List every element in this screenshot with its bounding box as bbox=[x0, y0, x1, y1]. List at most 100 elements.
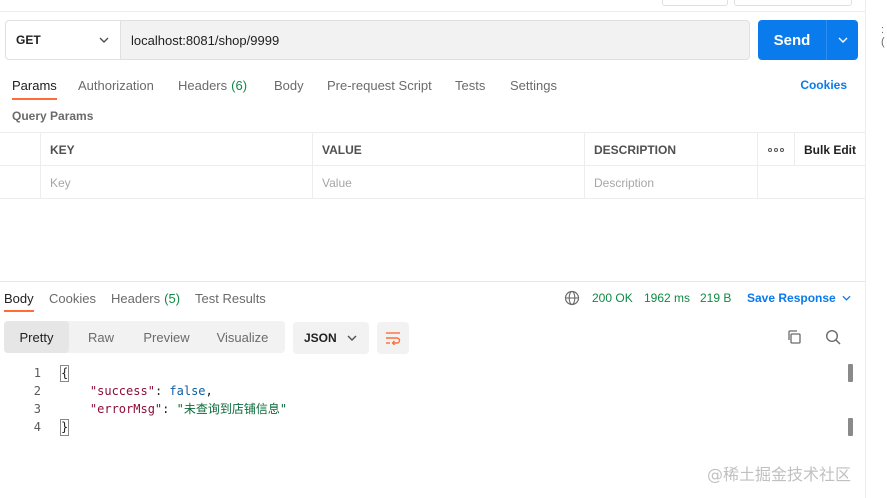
view-mode-raw[interactable]: Raw bbox=[69, 321, 133, 353]
bulk-edit-button[interactable]: Bulk Edit bbox=[795, 133, 865, 166]
response-tab-cookies[interactable]: Cookies bbox=[49, 284, 96, 312]
json-value: "未查询到店铺信息" bbox=[176, 402, 288, 416]
tab-label: Headers bbox=[178, 77, 228, 93]
top-strip bbox=[0, 0, 865, 12]
code-line: 2 "success": false, bbox=[0, 382, 845, 400]
request-tabs: Params Authorization Headers (6) Body Pre… bbox=[0, 70, 865, 100]
column-header-value: VALUE bbox=[313, 133, 585, 166]
more-options-button[interactable] bbox=[758, 133, 795, 166]
line-number: 4 bbox=[33, 420, 41, 434]
globe-icon[interactable] bbox=[564, 290, 580, 306]
response-tab-headers[interactable]: Headers (5) bbox=[111, 284, 180, 312]
code-line: 3 "errorMsg": "未查询到店铺信息" bbox=[0, 400, 845, 418]
row-checkbox-cell bbox=[0, 166, 41, 199]
method-value: GET bbox=[16, 33, 41, 47]
json-separator: : bbox=[162, 402, 177, 416]
tab-label: Cookies bbox=[49, 290, 96, 306]
url-value: localhost:8081/shop/9999 bbox=[131, 32, 280, 48]
table-row: Key Value Description bbox=[0, 166, 865, 199]
column-header-description: DESCRIPTION bbox=[585, 133, 758, 166]
view-mode-visualize[interactable]: Visualize bbox=[200, 321, 285, 353]
code-text: { bbox=[59, 364, 70, 382]
editor-scrollbar-bottom[interactable] bbox=[848, 418, 853, 436]
tab-label: Settings bbox=[510, 77, 557, 93]
response-divider[interactable] bbox=[0, 281, 865, 282]
format-value: JSON bbox=[304, 331, 337, 345]
code-text: } bbox=[59, 418, 70, 436]
response-time[interactable]: 1962 ms bbox=[644, 284, 690, 312]
editor-scrollbar-top[interactable] bbox=[848, 364, 853, 382]
save-response-label: Save Response bbox=[747, 291, 836, 305]
tab-authorization[interactable]: Authorization bbox=[78, 70, 154, 100]
search-button[interactable] bbox=[821, 325, 845, 349]
tab-pre-request-script[interactable]: Pre-request Script bbox=[327, 70, 432, 100]
format-select[interactable]: JSON bbox=[293, 322, 369, 354]
description-input[interactable]: Description bbox=[585, 166, 758, 199]
response-tabs: Body Cookies Headers (5) Test Results bbox=[0, 284, 865, 312]
tab-label: Pre-request Script bbox=[327, 77, 432, 93]
tab-params[interactable]: Params bbox=[12, 70, 57, 100]
chevron-down-icon bbox=[838, 37, 847, 43]
send-button-group: Send bbox=[758, 20, 858, 60]
code-line: 1 { bbox=[0, 364, 845, 382]
table-header-row: KEY VALUE DESCRIPTION Bulk Edit bbox=[0, 133, 865, 166]
code-text: "errorMsg": "未查询到店铺信息" bbox=[61, 400, 287, 418]
response-size[interactable]: 219 B bbox=[700, 284, 731, 312]
response-tab-body[interactable]: Body bbox=[4, 284, 34, 312]
right-edge-glyph: :( bbox=[881, 24, 885, 48]
cookies-link[interactable]: Cookies bbox=[800, 70, 847, 100]
tab-label: Headers bbox=[111, 290, 161, 306]
tab-label: Body bbox=[4, 290, 34, 306]
tab-count: (5) bbox=[164, 290, 181, 306]
response-tab-test-results[interactable]: Test Results bbox=[195, 284, 266, 312]
tab-settings[interactable]: Settings bbox=[510, 70, 557, 100]
save-response-button[interactable]: Save Response bbox=[747, 284, 851, 312]
header-checkbox-cell bbox=[0, 133, 41, 166]
method-select[interactable]: GET bbox=[6, 21, 121, 59]
empty-cell bbox=[758, 166, 795, 199]
query-params-table: KEY VALUE DESCRIPTION Bulk Edit Key Valu… bbox=[0, 132, 865, 199]
view-mode-segments: Pretty Raw Preview Visualize bbox=[4, 321, 285, 353]
wrap-lines-button[interactable] bbox=[377, 322, 409, 354]
response-body-editor[interactable]: 1 { 2 "success": false, 3 "errorMsg": "未… bbox=[0, 364, 845, 436]
send-options-button[interactable] bbox=[826, 20, 858, 60]
code-text: "success": false, bbox=[61, 382, 213, 400]
json-value: false bbox=[169, 384, 206, 398]
status-code[interactable]: 200 OK bbox=[592, 284, 633, 312]
chevron-down-icon bbox=[99, 37, 109, 43]
watermark: @稀土掘金技术社区 bbox=[707, 465, 852, 484]
send-button[interactable]: Send bbox=[758, 20, 826, 60]
copy-icon bbox=[788, 330, 801, 344]
line-number: 3 bbox=[33, 402, 41, 416]
json-comma: , bbox=[205, 384, 213, 398]
tab-headers[interactable]: Headers (6) bbox=[178, 70, 247, 100]
query-params-title: Query Params bbox=[12, 109, 94, 123]
line-number: 2 bbox=[33, 384, 41, 398]
tab-label: Tests bbox=[455, 77, 486, 93]
view-mode-pretty[interactable]: Pretty bbox=[4, 321, 69, 353]
open-brace: { bbox=[59, 365, 70, 382]
chevron-down-icon bbox=[842, 295, 851, 301]
search-icon bbox=[825, 329, 841, 345]
copy-button[interactable] bbox=[782, 325, 806, 349]
tab-label: Test Results bbox=[195, 290, 266, 306]
more-dots-icon bbox=[768, 147, 784, 152]
top-button-edge bbox=[662, 0, 728, 6]
tab-label: Authorization bbox=[78, 77, 154, 93]
chevron-down-icon bbox=[347, 335, 357, 341]
json-key: "errorMsg" bbox=[89, 402, 163, 416]
tab-count: (6) bbox=[231, 77, 248, 93]
view-mode-preview[interactable]: Preview bbox=[133, 321, 200, 353]
json-key: "success" bbox=[89, 384, 155, 398]
right-panel-edge: :( bbox=[865, 0, 887, 498]
key-input[interactable]: Key bbox=[41, 166, 313, 199]
url-input[interactable]: localhost:8081/shop/9999 bbox=[121, 21, 749, 59]
wrap-lines-icon bbox=[386, 332, 401, 345]
json-separator: : bbox=[154, 384, 170, 398]
line-number: 1 bbox=[33, 366, 41, 380]
request-url-bar: GET localhost:8081/shop/9999 bbox=[5, 20, 750, 60]
tab-tests[interactable]: Tests bbox=[455, 70, 485, 100]
value-input[interactable]: Value bbox=[313, 166, 585, 199]
tab-label: Params bbox=[12, 77, 57, 93]
tab-body[interactable]: Body bbox=[274, 70, 304, 100]
